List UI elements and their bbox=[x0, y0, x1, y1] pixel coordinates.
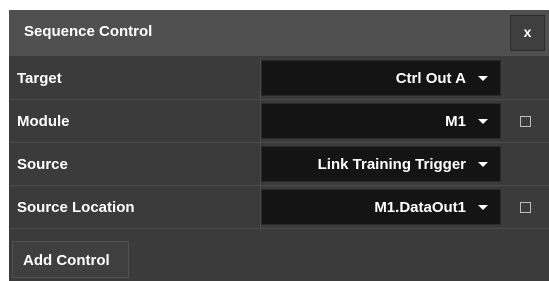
close-icon: x bbox=[523, 24, 532, 40]
chevron-down-icon bbox=[478, 162, 488, 167]
sequence-control-panel: Sequence Control x Target Ctrl Out A Mod… bbox=[9, 10, 549, 281]
chevron-down-icon bbox=[478, 119, 488, 124]
chevron-down-icon bbox=[478, 205, 488, 210]
source-location-label: Source Location bbox=[17, 199, 135, 216]
panel-title: Sequence Control bbox=[24, 23, 153, 40]
panel-header: Sequence Control x bbox=[9, 10, 549, 56]
module-label: Module bbox=[17, 113, 70, 130]
add-control-label: Add Control bbox=[23, 252, 110, 269]
chevron-down-icon bbox=[478, 76, 488, 81]
row-source-location: Source Location M1.DataOut1 bbox=[9, 186, 549, 229]
source-location-checkbox[interactable] bbox=[520, 202, 531, 213]
source-select-value: Link Training Trigger bbox=[317, 156, 466, 173]
source-location-select[interactable]: M1.DataOut1 bbox=[261, 189, 501, 225]
module-select[interactable]: M1 bbox=[261, 103, 501, 139]
module-select-value: M1 bbox=[445, 113, 466, 130]
source-label: Source bbox=[17, 156, 68, 173]
target-select-value: Ctrl Out A bbox=[395, 70, 466, 87]
row-source: Source Link Training Trigger bbox=[9, 143, 549, 186]
source-select[interactable]: Link Training Trigger bbox=[261, 146, 501, 182]
target-select[interactable]: Ctrl Out A bbox=[261, 60, 501, 96]
row-module: Module M1 bbox=[9, 100, 549, 143]
source-location-select-value: M1.DataOut1 bbox=[374, 199, 466, 216]
module-checkbox[interactable] bbox=[520, 116, 531, 127]
add-control-button[interactable]: Add Control bbox=[12, 241, 129, 278]
row-target: Target Ctrl Out A bbox=[9, 57, 549, 100]
close-button[interactable]: x bbox=[510, 15, 545, 51]
target-label: Target bbox=[17, 70, 62, 87]
